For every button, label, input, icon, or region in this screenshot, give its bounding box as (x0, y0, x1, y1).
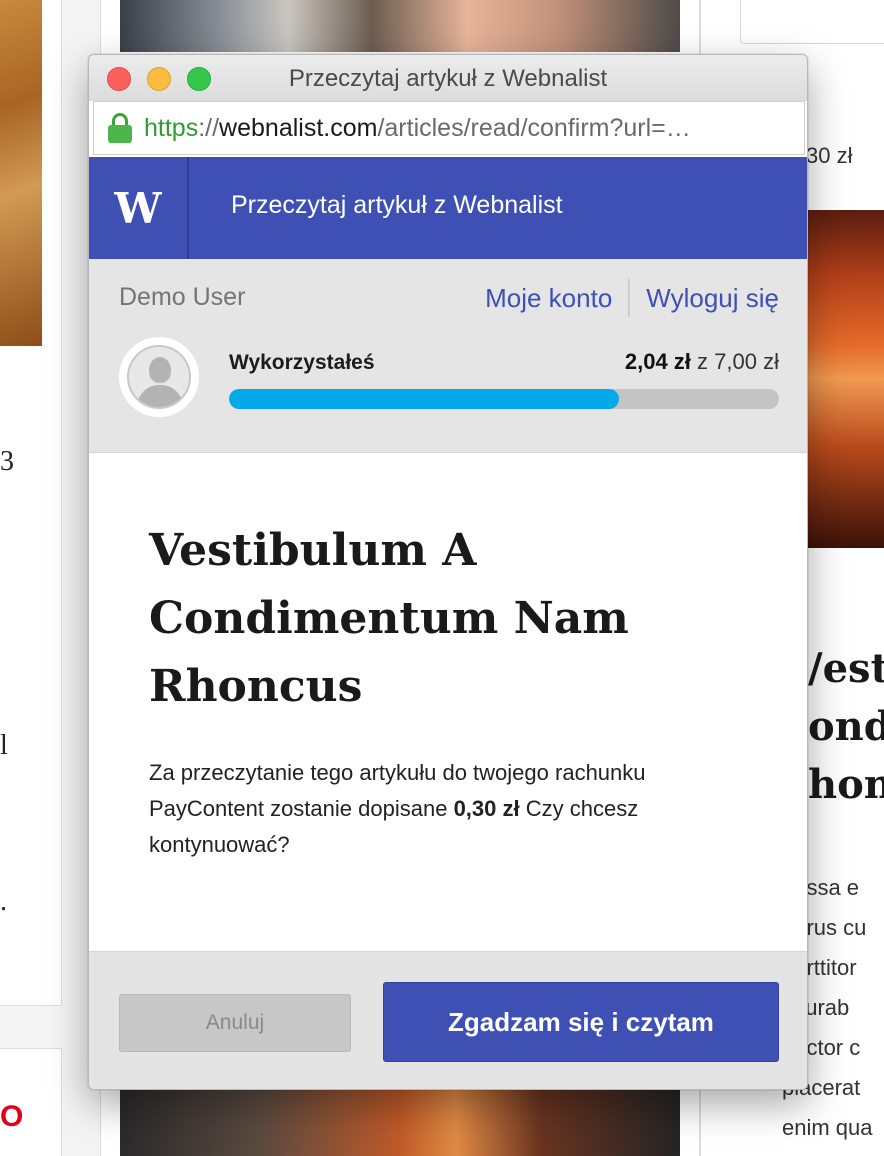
background-left-fragment: 3 (0, 446, 14, 477)
account-links: Moje konto Wyloguj się (485, 279, 779, 317)
action-footer: Anuluj Zgadzam się i czytam (89, 951, 807, 1089)
background-center-image-top (120, 0, 680, 52)
url-path: /articles/read/confirm?url=… (377, 113, 691, 142)
popup-window: Przeczytaj artykuł z Webnalist https://w… (88, 54, 808, 1090)
background-right-box (740, 0, 884, 44)
logout-link[interactable]: Wyloguj się (646, 283, 779, 314)
cancel-button[interactable]: Anuluj (119, 994, 351, 1052)
window-titlebar[interactable]: Przeczytaj artykuł z Webnalist (89, 55, 807, 101)
usage-progress-fill (229, 389, 619, 409)
background-right-image (808, 210, 884, 548)
usage-amount: 2,04 zł z 7,00 zł (625, 349, 779, 375)
address-bar[interactable]: https://webnalist.com/articles/read/conf… (93, 101, 805, 155)
background-left-image (0, 0, 42, 346)
url-host: webnalist.com (219, 113, 378, 142)
url-text[interactable]: https://webnalist.com/articles/read/conf… (144, 114, 691, 143)
background-left-fragment: . (0, 886, 7, 917)
lock-icon (108, 113, 132, 143)
background-right-title: /esti ond hon (808, 645, 884, 808)
my-account-link[interactable]: Moje konto (485, 283, 612, 314)
webnalist-logo: W (89, 157, 189, 259)
background-left-fragment: l (0, 730, 8, 761)
background-red-fragment: O (0, 1100, 24, 1133)
background-right-price: 30 zł (806, 143, 853, 168)
username: Demo User (119, 283, 246, 311)
logo-letter: W (114, 183, 162, 233)
account-panel: Demo User Moje konto Wyloguj się Wykorzy… (89, 259, 807, 453)
accept-and-read-button[interactable]: Zgadzam się i czytam (383, 982, 779, 1062)
article-price: 0,30 zł (453, 796, 520, 821)
limit-value: 7,00 zł (714, 349, 779, 374)
url-separator: :// (198, 113, 220, 142)
link-divider (628, 279, 631, 317)
avatar (119, 337, 199, 417)
window-title: Przeczytaj artykuł z Webnalist (288, 65, 608, 92)
app-header: W Przeczytaj artykuł z Webnalist (89, 157, 807, 259)
article-title: Vestibulum A Condimentum Nam Rhoncus (149, 525, 629, 712)
url-scheme: https (144, 113, 199, 142)
used-value: 2,04 zł (624, 349, 691, 374)
usage-separator: z (697, 349, 709, 374)
confirm-message: Za przeczytanie tego artykułu do twojego… (149, 755, 759, 863)
confirm-content: Vestibulum A Condimentum Nam Rhoncus Za … (89, 453, 807, 951)
background-center-image-bottom (120, 1090, 680, 1156)
header-title: Przeczytaj artykuł z Webnalist (231, 191, 563, 219)
usage-label: Wykorzystałeś (229, 351, 375, 374)
user-icon (127, 345, 191, 409)
usage-progress-bar (229, 389, 779, 409)
